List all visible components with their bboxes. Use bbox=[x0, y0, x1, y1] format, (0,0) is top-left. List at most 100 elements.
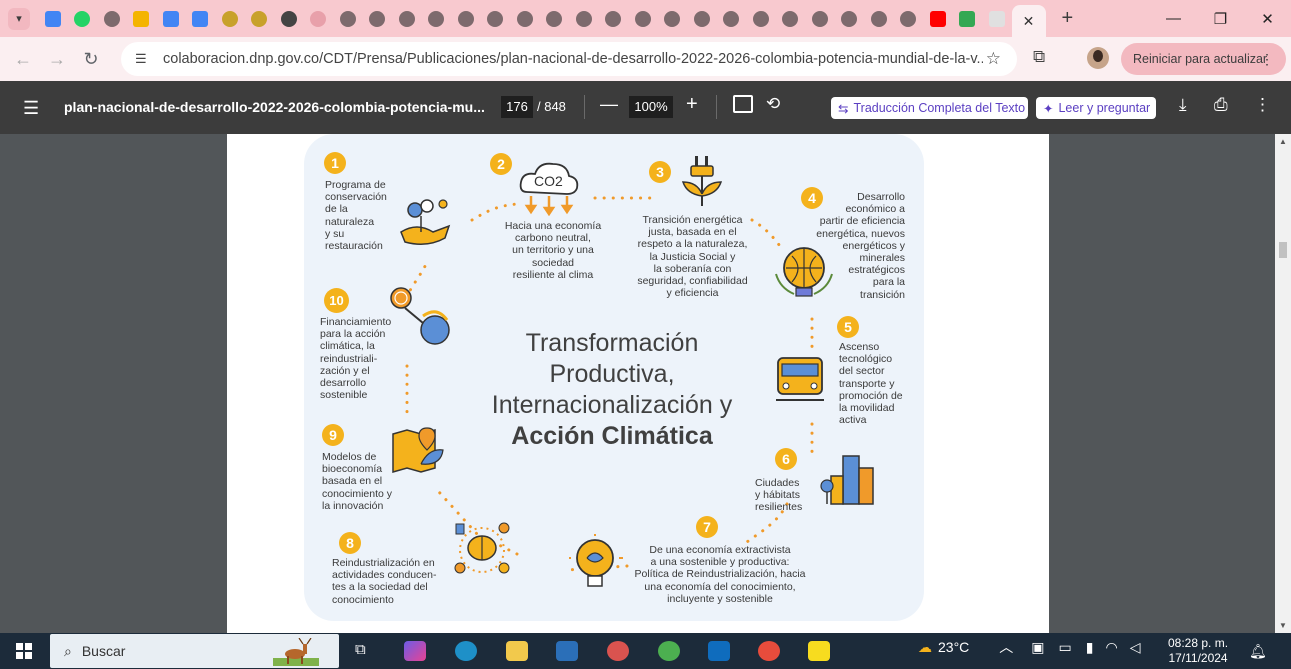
rotate-icon[interactable]: ⟲ bbox=[766, 94, 780, 114]
print-icon[interactable]: ⎙ bbox=[1214, 95, 1228, 115]
browser-tab[interactable] bbox=[540, 4, 570, 34]
url-text[interactable]: colaboracion.dnp.gov.co/CDT/Prensa/Publi… bbox=[163, 51, 983, 67]
browser-tab[interactable] bbox=[481, 4, 511, 34]
scroll-down-arrow-icon[interactable]: ▼ bbox=[1279, 621, 1287, 630]
zoom-in-icon[interactable]: + bbox=[686, 93, 698, 116]
browser-tab[interactable] bbox=[451, 4, 481, 34]
windows-start-icon[interactable] bbox=[16, 643, 32, 659]
generic-site-icon bbox=[487, 10, 504, 27]
microsoft-store-icon[interactable] bbox=[556, 641, 578, 661]
sidebar-menu-icon[interactable]: ☰ bbox=[23, 98, 39, 119]
forward-icon[interactable]: → bbox=[40, 49, 74, 70]
weather-icon[interactable]: ☁ bbox=[918, 639, 932, 656]
back-icon[interactable]: ← bbox=[6, 49, 40, 70]
browser-tab[interactable] bbox=[835, 4, 865, 34]
display-icon[interactable]: ▭ bbox=[1059, 639, 1072, 656]
outlook-icon[interactable] bbox=[708, 641, 730, 661]
system-clock[interactable]: 08:28 p. m. 17/11/2024 bbox=[1168, 636, 1228, 666]
browser-tab[interactable] bbox=[38, 4, 68, 34]
active-tab[interactable]: ✕ bbox=[1011, 5, 1046, 37]
browser-tab[interactable] bbox=[599, 4, 629, 34]
edge-icon[interactable] bbox=[455, 641, 477, 661]
sticky-notes-icon[interactable] bbox=[808, 641, 830, 661]
copilot-icon[interactable] bbox=[404, 641, 426, 661]
volume-icon[interactable]: ◁ bbox=[1130, 639, 1141, 656]
address-bar[interactable]: ☰ colaboracion.dnp.gov.co/CDT/Prensa/Pub… bbox=[121, 42, 1017, 76]
zoom-level-input[interactable]: 100% bbox=[629, 96, 673, 118]
browser-tab[interactable] bbox=[894, 4, 924, 34]
ask-button[interactable]: ✦ Leer y preguntar bbox=[1036, 97, 1156, 119]
step-text-10: Financiamiento para la acción climática, l… bbox=[320, 316, 392, 402]
generic-site-icon bbox=[516, 10, 533, 27]
weather-temp[interactable]: 23°C bbox=[938, 639, 969, 655]
menu-icon[interactable]: ⋮ bbox=[1260, 51, 1274, 68]
site-info-icon[interactable]: ☰ bbox=[135, 51, 157, 67]
download-icon[interactable]: ⤓ bbox=[1179, 95, 1187, 115]
step-text-3: Transición energética justa, basada en el… bbox=[637, 214, 748, 300]
chrome-profile-icon[interactable] bbox=[607, 641, 629, 661]
site-icon bbox=[310, 10, 327, 27]
notifications-bell-icon[interactable]: 🔔︎ bbox=[1249, 643, 1267, 660]
browser-tab[interactable] bbox=[776, 4, 806, 34]
taskbar-search[interactable]: ⌕ Buscar bbox=[50, 634, 339, 668]
close-tab-icon[interactable]: ✕ bbox=[1023, 13, 1035, 30]
clock-date: 17/11/2024 bbox=[1168, 651, 1228, 665]
browser-tab[interactable] bbox=[687, 4, 717, 34]
browser-tab[interactable] bbox=[392, 4, 422, 34]
wifi-icon[interactable]: ◠ bbox=[1105, 639, 1117, 656]
browser-tab[interactable] bbox=[746, 4, 776, 34]
browser-tab[interactable] bbox=[97, 4, 127, 34]
scroll-up-arrow-icon[interactable]: ▲ bbox=[1279, 137, 1287, 146]
scroll-thumb[interactable] bbox=[1279, 242, 1287, 258]
reload-icon[interactable]: ↻ bbox=[74, 49, 108, 70]
zoom-out-icon[interactable]: — bbox=[600, 94, 618, 115]
browser-tab[interactable] bbox=[805, 4, 835, 34]
browser-tab[interactable] bbox=[628, 4, 658, 34]
more-options-icon[interactable]: ⋮ bbox=[1254, 95, 1271, 115]
page-number-input[interactable]: 176 bbox=[501, 96, 533, 118]
extensions-icon[interactable]: ⧉ bbox=[1033, 47, 1045, 67]
chrome-active-icon[interactable] bbox=[658, 641, 680, 661]
browser-tab[interactable] bbox=[274, 4, 304, 34]
bookmark-star-icon[interactable]: ☆ bbox=[986, 49, 1001, 69]
infographic-title: Transformación Productiva, Internacional… bbox=[491, 329, 733, 450]
deer-illustration-icon bbox=[273, 638, 319, 666]
chrome-icon[interactable] bbox=[758, 641, 780, 661]
map-pin-icon bbox=[392, 427, 444, 473]
browser-tab[interactable] bbox=[658, 4, 688, 34]
browser-tab[interactable] bbox=[186, 4, 216, 34]
browser-tab[interactable] bbox=[953, 4, 983, 34]
browser-tab[interactable] bbox=[68, 4, 98, 34]
browser-tab[interactable] bbox=[569, 4, 599, 34]
browser-tab[interactable] bbox=[127, 4, 157, 34]
tab-search-chevron-icon[interactable]: ▾ bbox=[8, 7, 30, 30]
translate-button[interactable]: ⇆ Traducción Completa del Texto bbox=[831, 97, 1028, 119]
profile-avatar[interactable] bbox=[1087, 47, 1109, 69]
browser-tab[interactable] bbox=[864, 4, 894, 34]
browser-tab[interactable] bbox=[215, 4, 245, 34]
show-hidden-icons-icon[interactable]: ︿ bbox=[999, 637, 1013, 657]
meet-icon[interactable]: ▣ bbox=[1031, 639, 1044, 656]
update-button[interactable]: Reiniciar para actualizar ⋮ bbox=[1121, 43, 1286, 75]
close-window-icon[interactable]: ✕ bbox=[1244, 0, 1291, 37]
browser-tab[interactable] bbox=[717, 4, 747, 34]
restore-icon[interactable]: ❐ bbox=[1197, 0, 1244, 37]
new-tab-button[interactable]: + bbox=[1062, 7, 1074, 30]
task-view-icon[interactable]: ⧉ bbox=[355, 641, 377, 661]
minimize-icon[interactable]: — bbox=[1150, 0, 1197, 37]
browser-tab[interactable] bbox=[422, 4, 452, 34]
battery-icon[interactable]: ▮ bbox=[1086, 639, 1094, 656]
browser-tab[interactable] bbox=[333, 4, 363, 34]
browser-tab[interactable] bbox=[923, 4, 953, 34]
browser-tab[interactable] bbox=[245, 4, 275, 34]
vertical-scrollbar[interactable]: ▲ ▼ bbox=[1275, 134, 1291, 633]
browser-tab[interactable] bbox=[510, 4, 540, 34]
browser-tab[interactable] bbox=[363, 4, 393, 34]
generic-site-icon bbox=[546, 10, 563, 27]
browser-tab[interactable] bbox=[982, 4, 1012, 34]
browser-tab[interactable] bbox=[156, 4, 186, 34]
fit-page-icon[interactable] bbox=[733, 95, 753, 113]
step-badge-8: 8 bbox=[339, 532, 361, 554]
file-explorer-icon[interactable] bbox=[506, 641, 528, 661]
browser-tab[interactable] bbox=[304, 4, 334, 34]
